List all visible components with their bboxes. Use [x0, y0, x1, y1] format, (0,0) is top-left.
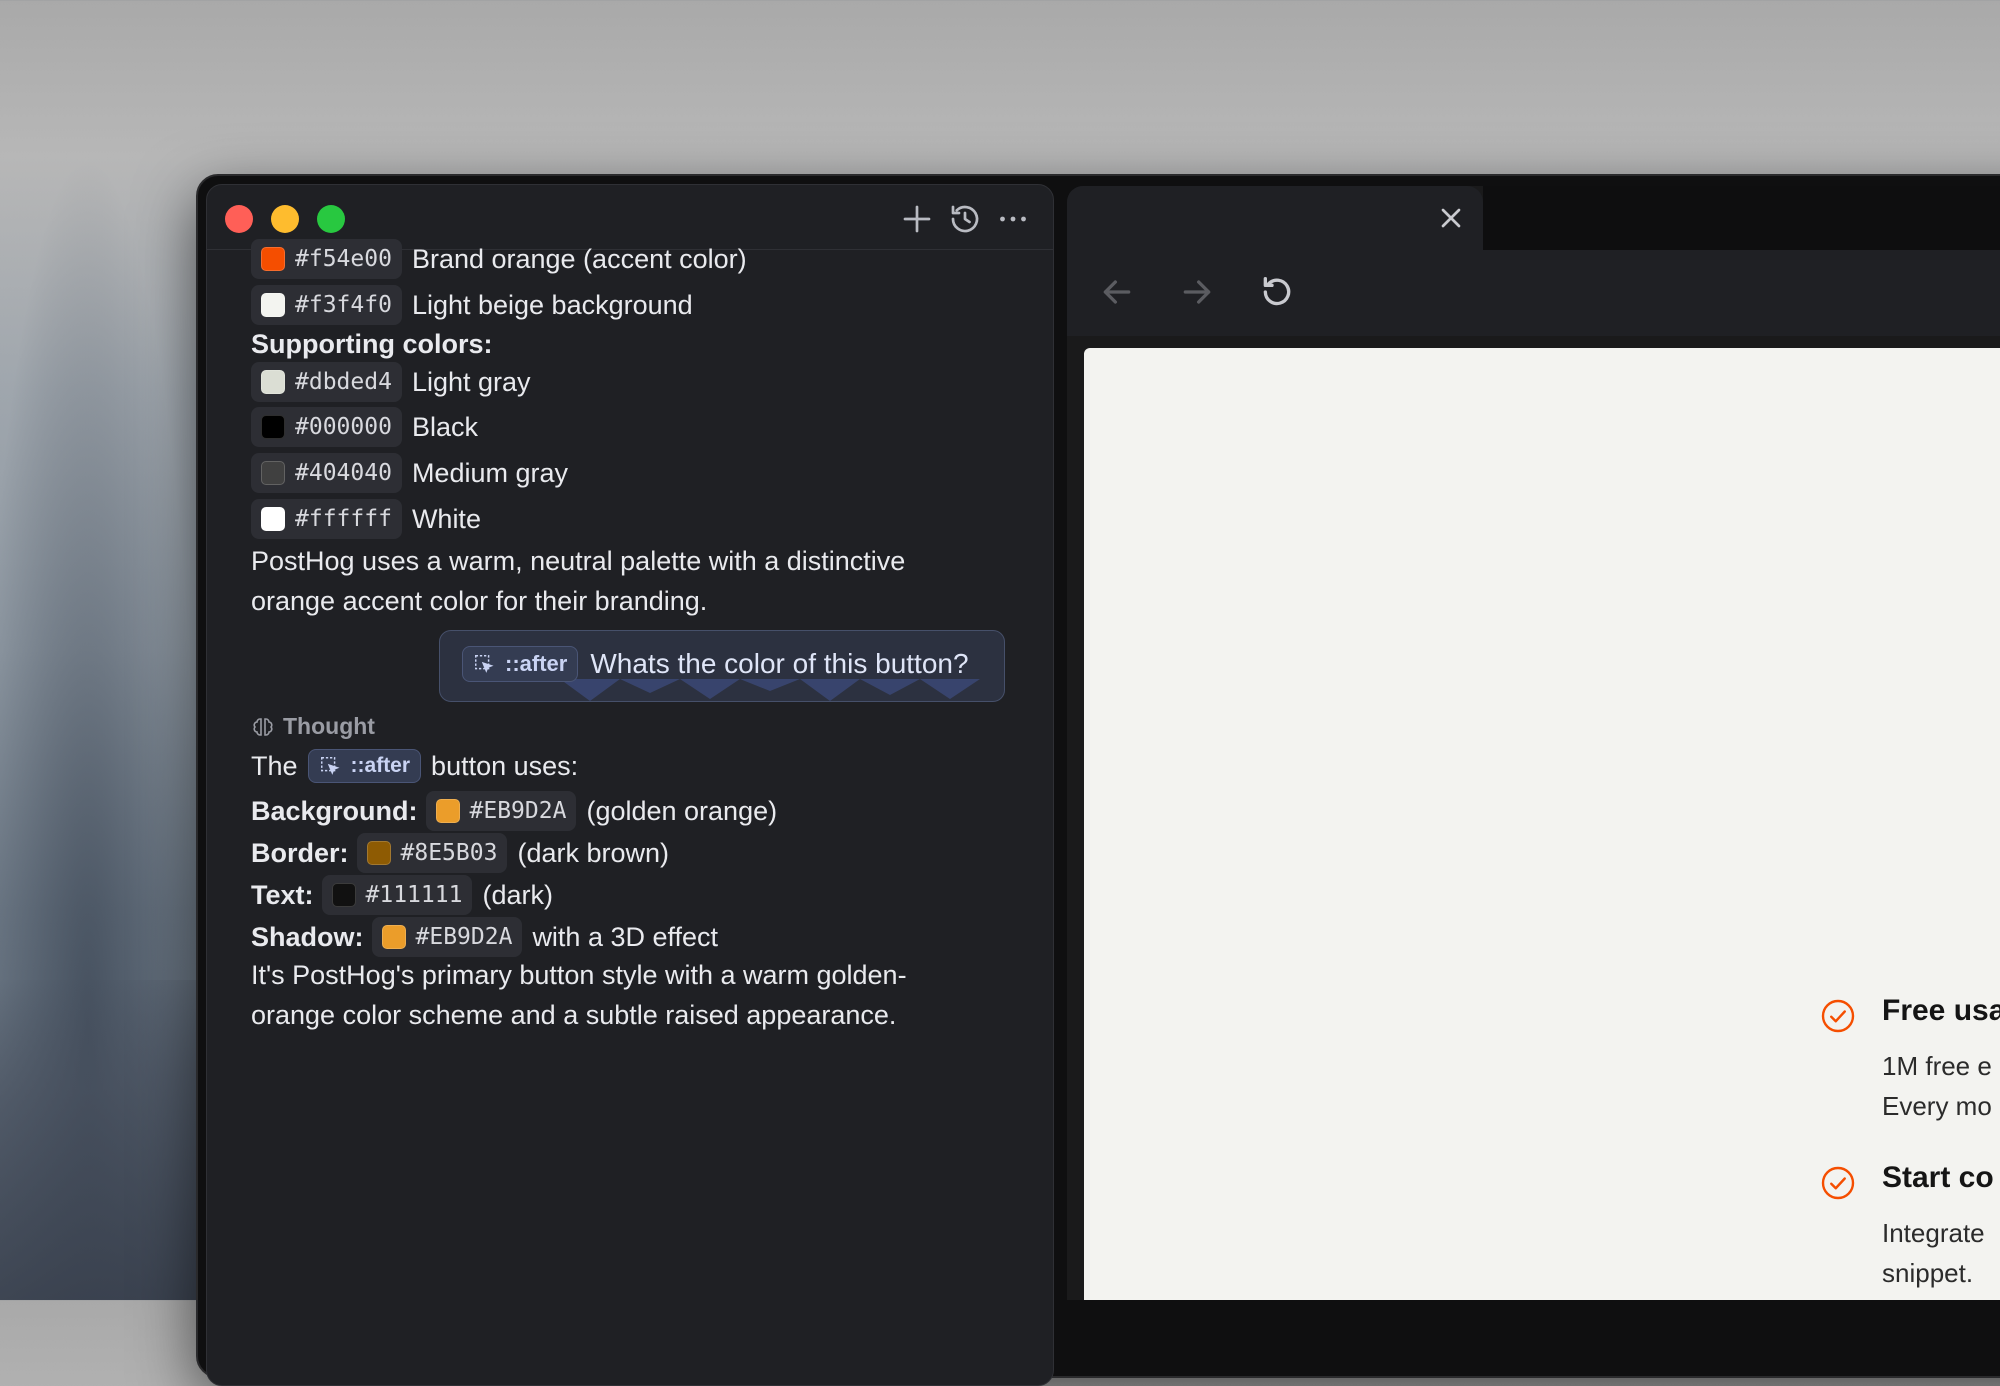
- color-swatch: [381, 925, 406, 949]
- color-code-chip: #EB9D2A: [425, 791, 577, 831]
- minimize-window-button[interactable]: [271, 205, 299, 233]
- summary-line: PostHog uses a warm, neutral palette wit…: [251, 546, 906, 576]
- element-reference-chip[interactable]: ::after: [307, 749, 422, 783]
- palette-summary: PostHog uses a warm, neutral palette wit…: [251, 541, 1011, 621]
- tab-strip: [1483, 186, 2000, 250]
- color-swatch: [261, 247, 285, 271]
- color-code-chip: #dbded4: [251, 362, 402, 402]
- color-row: #000000 Black: [251, 407, 478, 447]
- color-row: #dbded4 Light gray: [251, 362, 531, 402]
- feature-description: 1M free e Every mo: [1882, 1051, 1992, 1121]
- answer-item: Shadow: #EB9D2A with a 3D effect: [251, 917, 718, 957]
- color-code-chip: #404040: [251, 453, 402, 493]
- check-circle-icon: [1821, 1166, 1855, 1200]
- color-label: Medium gray: [411, 457, 568, 488]
- answer-conclusion: It's PostHog's primary button style with…: [251, 955, 1011, 1035]
- brain-icon: [253, 717, 273, 736]
- color-label: Black: [411, 411, 478, 442]
- feature-title: Start co: [1882, 1161, 1994, 1194]
- zoom-window-button[interactable]: [317, 205, 345, 233]
- color-swatch: [261, 293, 285, 317]
- color-label: Light gray: [411, 366, 531, 397]
- user-message-text: Whats the color of this button?: [590, 648, 969, 679]
- color-row: #f3f4f0 Light beige background: [251, 285, 693, 325]
- color-label: Light beige background: [411, 289, 693, 320]
- close-window-button[interactable]: [225, 205, 253, 233]
- close-icon[interactable]: [1435, 202, 1467, 234]
- plus-icon[interactable]: [899, 201, 935, 237]
- answer-item: Text: #111111 (dark): [251, 875, 553, 915]
- message-wave-decoration: [560, 679, 980, 701]
- thought-toggle[interactable]: Thought: [251, 713, 375, 740]
- back-arrow-icon[interactable]: [1097, 272, 1137, 312]
- answer-item: Background: #EB9D2A (golden orange): [251, 791, 777, 831]
- color-swatch: [331, 883, 356, 907]
- color-swatch: [261, 461, 285, 485]
- summary-line: orange accent color for their branding.: [251, 586, 708, 616]
- element-reference-chip[interactable]: ::after: [462, 646, 579, 682]
- browser-panel: Free usa 1M free e Every mo Start co Int…: [1067, 186, 2000, 1300]
- color-swatch: [435, 799, 460, 823]
- color-code-chip: #111111: [321, 875, 473, 915]
- chat-panel: #f54e00 Brand orange (accent color) #f3f…: [206, 184, 1054, 1386]
- feature-description: Integrate snippet.: [1882, 1218, 1985, 1288]
- answer-intro: The ::after button uses:: [251, 749, 578, 783]
- color-code-chip: #f3f4f0: [251, 285, 402, 325]
- color-row: #404040 Medium gray: [251, 453, 568, 493]
- color-label: White: [411, 503, 481, 534]
- color-code-chip: #8E5B03: [356, 833, 508, 873]
- web-page-viewport: Free usa 1M free e Every mo Start co Int…: [1084, 348, 2000, 1300]
- check-circle-icon: [1821, 999, 1855, 1033]
- color-label: Brand orange (accent color): [411, 243, 747, 274]
- color-code-chip: #EB9D2A: [371, 917, 523, 957]
- element-select-icon: [475, 655, 494, 673]
- element-select-icon: [320, 757, 340, 775]
- color-swatch: [261, 415, 285, 439]
- conclusion-line: orange color scheme and a subtle raised …: [251, 1000, 897, 1030]
- reload-icon[interactable]: [1257, 272, 1297, 312]
- supporting-colors-heading: Supporting colors:: [251, 329, 493, 359]
- feature-title: Free usa: [1882, 994, 2000, 1027]
- color-swatch: [366, 841, 391, 865]
- browser-tab[interactable]: [1067, 186, 1483, 250]
- history-icon[interactable]: [947, 201, 983, 237]
- answer-item: Border: #8E5B03 (dark brown): [251, 833, 669, 873]
- color-code-chip: #000000: [251, 407, 402, 447]
- color-code-chip: #f54e00: [251, 239, 402, 279]
- color-code-chip: #ffffff: [251, 499, 402, 539]
- color-row: #ffffff White: [251, 499, 481, 539]
- forward-arrow-icon[interactable]: [1177, 272, 1217, 312]
- color-row: #f54e00 Brand orange (accent color): [251, 239, 747, 279]
- conclusion-line: It's PostHog's primary button style with…: [251, 960, 907, 990]
- color-swatch: [261, 507, 285, 531]
- color-swatch: [261, 370, 285, 394]
- more-icon[interactable]: [995, 201, 1031, 237]
- browser-toolbar: [1067, 250, 2000, 336]
- user-message: ::after Whats the color of this button?: [439, 630, 1005, 702]
